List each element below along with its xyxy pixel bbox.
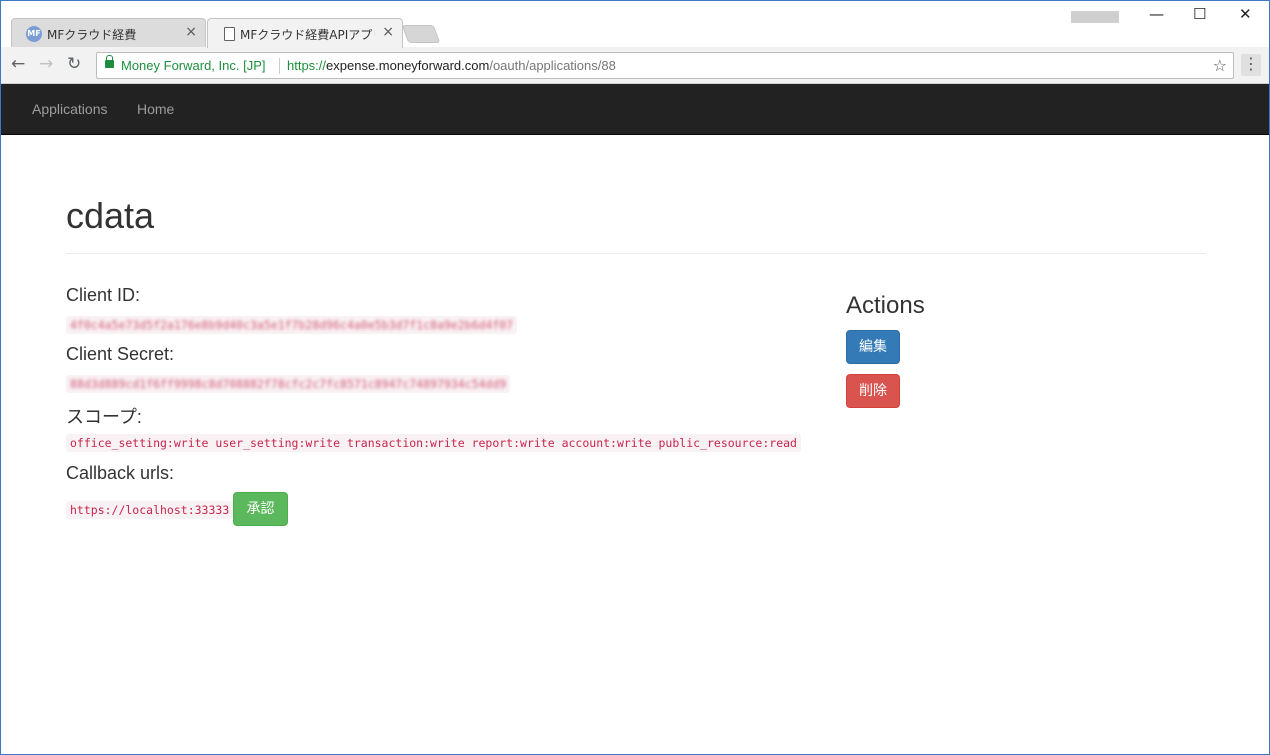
browser-toolbar: ← → ↻ Money Forward, Inc. [JP] https://e… xyxy=(1,47,1269,84)
document-icon xyxy=(224,27,235,41)
security-label[interactable]: Money Forward, Inc. [JP] xyxy=(121,58,266,73)
browser-menu-icon[interactable]: ⋮ xyxy=(1241,54,1261,76)
url-text[interactable]: https://expense.moneyforward.com/oauth/a… xyxy=(287,58,616,73)
tab-close-icon[interactable]: × xyxy=(382,24,394,40)
client-secret-label: Client Secret: xyxy=(66,344,175,364)
tab-api-application[interactable]: MFクラウド経費APIアプリケ × xyxy=(207,18,403,48)
reload-icon[interactable]: ↻ xyxy=(67,54,81,74)
lock-icon xyxy=(105,55,114,68)
forward-icon[interactable]: → xyxy=(39,54,53,74)
user-profile-badge[interactable] xyxy=(1071,11,1119,23)
back-icon[interactable]: ← xyxy=(11,54,25,74)
new-tab-button[interactable] xyxy=(401,25,441,43)
edit-button[interactable]: 編集 xyxy=(846,330,900,364)
page-title: cdata xyxy=(66,195,155,236)
tab-close-icon[interactable]: × xyxy=(185,24,197,40)
tab-label: MFクラウド経費APIアプリケ xyxy=(240,28,375,42)
url-scheme: https:// xyxy=(287,58,327,73)
client-id-value: 4f0c4a5e73d5f2a176e8b9d40c3a5e1f7b28d96c… xyxy=(66,316,518,334)
nav-home[interactable]: Home xyxy=(137,101,174,117)
title-divider xyxy=(66,253,1206,254)
actions-title: Actions xyxy=(846,292,925,319)
scope-label: スコープ: xyxy=(66,407,142,427)
scope-value: office_setting:write user_setting:write … xyxy=(66,434,801,452)
site-navbar: Applications Home xyxy=(1,84,1269,135)
maximize-icon[interactable]: ☐ xyxy=(1193,5,1206,23)
callback-urls-label: Callback urls: xyxy=(66,463,175,483)
address-separator xyxy=(279,58,280,74)
delete-button[interactable]: 削除 xyxy=(846,374,900,408)
browser-window: MF MFクラウド経費 × MFクラウド経費APIアプリケ × — ☐ ✕ ← … xyxy=(0,0,1270,755)
client-id-label: Client ID: xyxy=(66,285,141,305)
client-secret-value: 88d3d889cd1f6ff9998c8d708882f78cfc2c7fc8… xyxy=(66,375,511,393)
url-path: /oauth/applications/88 xyxy=(489,58,616,73)
authorize-button[interactable]: 承認 xyxy=(233,492,288,526)
bookmark-star-icon[interactable]: ☆ xyxy=(1213,56,1227,75)
callback-url-value: https://localhost:33333 xyxy=(66,501,234,519)
mf-logo-icon: MF xyxy=(26,26,42,42)
minimize-icon[interactable]: — xyxy=(1149,5,1164,23)
url-host: expense.moneyforward.com xyxy=(326,58,490,73)
tab-strip: MF MFクラウド経費 × MFクラウド経費APIアプリケ × — ☐ ✕ xyxy=(1,1,1269,48)
nav-applications[interactable]: Applications xyxy=(32,101,108,117)
tab-mf-expense[interactable]: MF MFクラウド経費 × xyxy=(11,18,206,47)
address-bar[interactable]: Money Forward, Inc. [JP] https://expense… xyxy=(96,52,1234,79)
close-window-icon[interactable]: ✕ xyxy=(1239,5,1252,23)
tab-label: MFクラウド経費 xyxy=(47,28,137,42)
